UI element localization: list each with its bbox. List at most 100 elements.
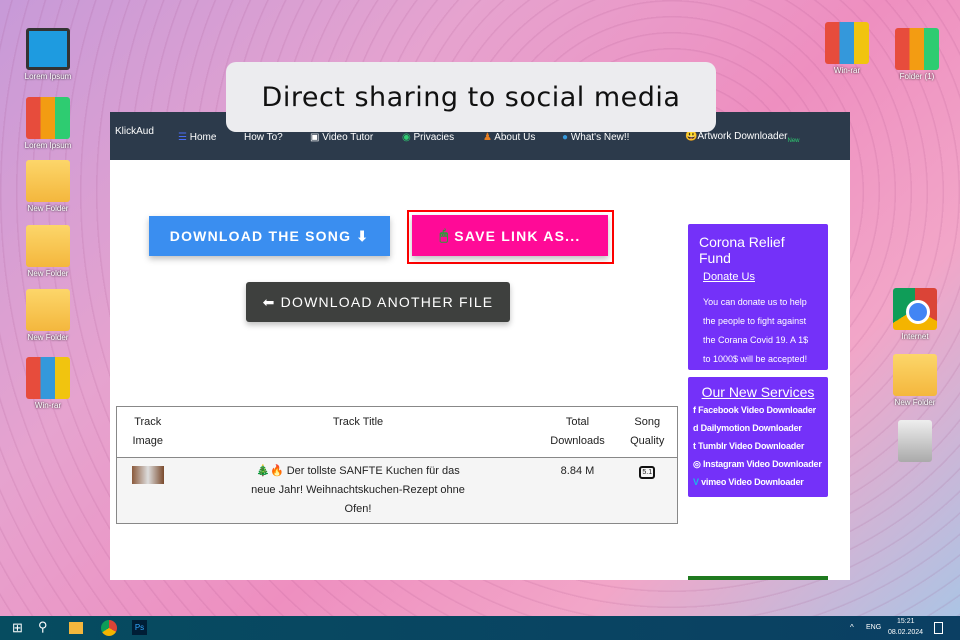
button-label: DOWNLOAD THE SONG <box>169 228 352 244</box>
desktop-icon-folder-1[interactable]: Folder (1) <box>882 28 952 81</box>
header-song-quality: Song Quality <box>617 406 678 458</box>
track-downloads: 8.84 M <box>537 457 618 524</box>
track-table: Track Image Track Title Total Downloads … <box>116 406 678 524</box>
taskbar: ⊞ ⚲ Ps ^ ENG 15:21 08.02.2024 <box>0 616 960 640</box>
winrar-icon <box>825 22 869 64</box>
desktop-icon-lorem-ipsum-2[interactable]: Lorem Ipsum <box>13 97 83 150</box>
clock-date[interactable]: 08.02.2024 <box>888 629 923 636</box>
desktop-icon-recycle-bin[interactable] <box>880 420 950 464</box>
icon-label: Win-rar <box>34 401 62 410</box>
person-icon: ♟ <box>483 132 495 143</box>
desktop-icon-new-folder[interactable]: New Folder <box>13 160 83 213</box>
folder-icon <box>26 160 70 202</box>
service-vimeo[interactable]: V vimeo Video Downloader <box>693 473 823 491</box>
binders-icon <box>895 28 939 70</box>
track-thumbnail <box>131 466 164 484</box>
video-icon: ▣ <box>310 132 323 143</box>
save-link-as-button[interactable]: 🖱 SAVE LINK AS... <box>412 215 608 256</box>
chrome-taskbar-icon[interactable] <box>101 620 117 636</box>
nav-label: About Us <box>494 132 536 143</box>
donate-link[interactable]: Donate Us <box>703 271 813 283</box>
service-label: vimeo Video Downloader <box>701 477 804 487</box>
download-another-file-button[interactable]: ⬅ DOWNLOAD ANOTHER FILE <box>246 282 510 322</box>
file-explorer-icon[interactable] <box>69 622 83 634</box>
dailymotion-icon: d <box>693 423 701 433</box>
computer-icon <box>26 28 70 70</box>
donate-title: Corona Relief Fund <box>699 234 785 266</box>
icon-label: New Folder <box>894 398 936 407</box>
notification-icon[interactable] <box>934 622 943 634</box>
icon-label: Folder (1) <box>899 72 935 81</box>
table-header-row: Track Image Track Title Total Downloads … <box>116 406 678 458</box>
service-facebook[interactable]: f Facebook Video Downloader <box>693 401 823 419</box>
clock-time[interactable]: 15:21 <box>897 618 915 625</box>
icon-label: Internet <box>901 332 929 341</box>
nav-home[interactable]: ☰ Home <box>178 132 216 143</box>
chevron-up-icon[interactable]: ^ <box>850 623 854 632</box>
next-card <box>688 576 828 580</box>
nav-whats-new[interactable]: ● What's New!! <box>562 132 629 143</box>
vimeo-icon: V <box>693 477 702 487</box>
nav-label: Home <box>189 132 217 143</box>
nav-label: Artwork Downloader <box>697 131 788 142</box>
header-total-downloads: Total Downloads <box>537 406 618 458</box>
menu-icon: ☰ <box>178 132 190 143</box>
browser-page: KlickAud ☰ Home How To? ▣ Video Tutor ◉ … <box>110 112 850 580</box>
arrow-left-circle-icon: ⬅ <box>262 293 276 310</box>
table-row: 🎄🔥 Der tollste SANFTE Kuchen für das neu… <box>116 457 678 524</box>
nav-video-tutor[interactable]: ▣ Video Tutor <box>310 132 373 143</box>
desktop-icon-new-folder[interactable]: New Folder <box>13 225 83 278</box>
button-label: DOWNLOAD ANOTHER FILE <box>280 294 494 310</box>
nav-artwork-downloader[interactable]: 😃Artwork DownloaderNew <box>685 131 800 144</box>
donate-text: You can donate us to help the people to … <box>703 297 809 364</box>
caption-banner: Direct sharing to social media <box>226 62 716 132</box>
service-dailymotion[interactable]: d Dailymotion Downloader <box>693 419 823 437</box>
folder-icon <box>893 354 937 396</box>
header-track-image: Track Image <box>116 406 179 458</box>
eye-icon: ◉ <box>402 132 414 143</box>
trash-icon <box>898 420 932 462</box>
winrar-icon <box>26 357 70 399</box>
desktop-icon-winrar[interactable]: Win-rar <box>13 357 83 410</box>
donate-card: Corona Relief Fund Donate Us You can don… <box>688 224 828 370</box>
nav-label: What's New!! <box>570 132 630 143</box>
desktop-icon-lorem-ipsum[interactable]: Lorem Ipsum <box>13 28 83 81</box>
chrome-icon <box>893 288 937 330</box>
services-card: Our New Services f Facebook Video Downlo… <box>688 377 828 497</box>
desktop-icon-new-folder[interactable]: New Folder <box>13 289 83 342</box>
download-song-button[interactable]: DOWNLOAD THE SONG ⬇ <box>149 216 390 256</box>
desktop-icon-new-folder[interactable]: New Folder <box>880 354 950 407</box>
instagram-icon: ◎ <box>693 459 703 469</box>
desktop-icon-winrar[interactable]: Win-rar <box>812 22 882 75</box>
binders-icon <box>26 97 70 139</box>
nav-label: Privacies <box>413 132 455 143</box>
folder-icon <box>26 289 70 331</box>
track-title[interactable]: 🎄🔥 Der tollste SANFTE Kuchen für das neu… <box>178 457 538 524</box>
button-label: SAVE LINK AS... <box>454 227 581 244</box>
services-title: Our New Services <box>701 384 815 400</box>
smiley-icon: 😃 <box>685 131 698 142</box>
photoshop-icon[interactable]: Ps <box>132 620 147 635</box>
service-label: Tumblr Video Downloader <box>698 441 805 451</box>
mouse-icon: 🖱 <box>439 227 450 243</box>
service-instagram[interactable]: ◎ Instagram Video Downloader <box>693 455 823 473</box>
desktop-icon-internet[interactable]: Internet <box>880 288 950 341</box>
nav-how-to[interactable]: How To? <box>244 132 283 143</box>
service-label: Dailymotion Downloader <box>700 423 802 433</box>
brand-logo[interactable]: KlickAud <box>115 126 154 137</box>
service-label: Facebook Video Downloader <box>698 405 816 415</box>
language-indicator[interactable]: ENG <box>866 624 881 631</box>
service-tumblr[interactable]: t Tumblr Video Downloader <box>693 437 823 455</box>
icon-label: New Folder <box>27 269 69 278</box>
nav-about-us[interactable]: ♟ About Us <box>483 132 535 143</box>
nav-privacies[interactable]: ◉ Privacies <box>402 132 454 143</box>
icon-label: New Folder <box>27 204 69 213</box>
icon-label: Lorem Ipsum <box>24 141 72 150</box>
quality-badge: 5.1 <box>639 466 656 479</box>
folder-icon <box>26 225 70 267</box>
search-icon[interactable]: ⚲ <box>38 619 48 635</box>
start-button[interactable]: ⊞ <box>12 620 23 636</box>
services-list: f Facebook Video Downloader d Dailymotio… <box>693 401 823 491</box>
service-label: Instagram Video Downloader <box>702 459 822 469</box>
user-icon: ● <box>562 132 571 143</box>
